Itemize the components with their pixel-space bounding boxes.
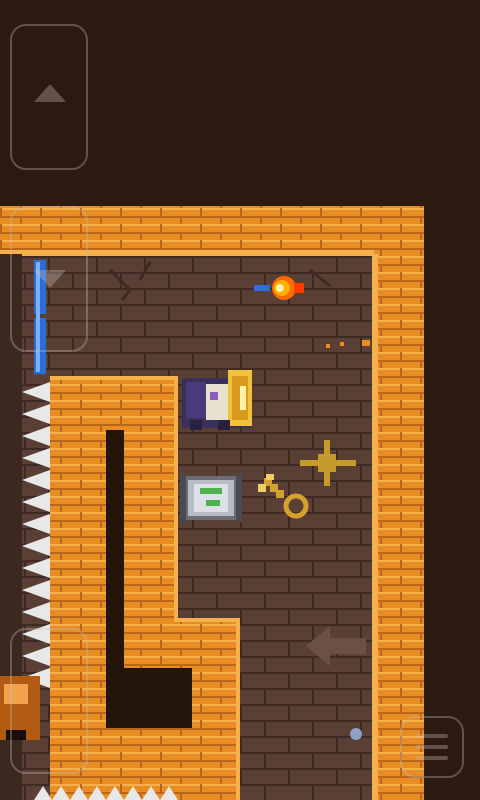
left-button[interactable]	[10, 628, 88, 774]
menu-button[interactable]	[400, 716, 464, 778]
brick-wall-right	[374, 206, 424, 800]
arrow-down-icon	[34, 270, 66, 288]
orb	[350, 728, 362, 740]
up-button[interactable]	[10, 24, 88, 170]
switch-canister	[180, 474, 242, 522]
down-button[interactable]	[10, 206, 88, 352]
menu-icon	[416, 734, 448, 760]
arrow-up-icon	[34, 84, 66, 102]
player-knight	[182, 370, 252, 430]
